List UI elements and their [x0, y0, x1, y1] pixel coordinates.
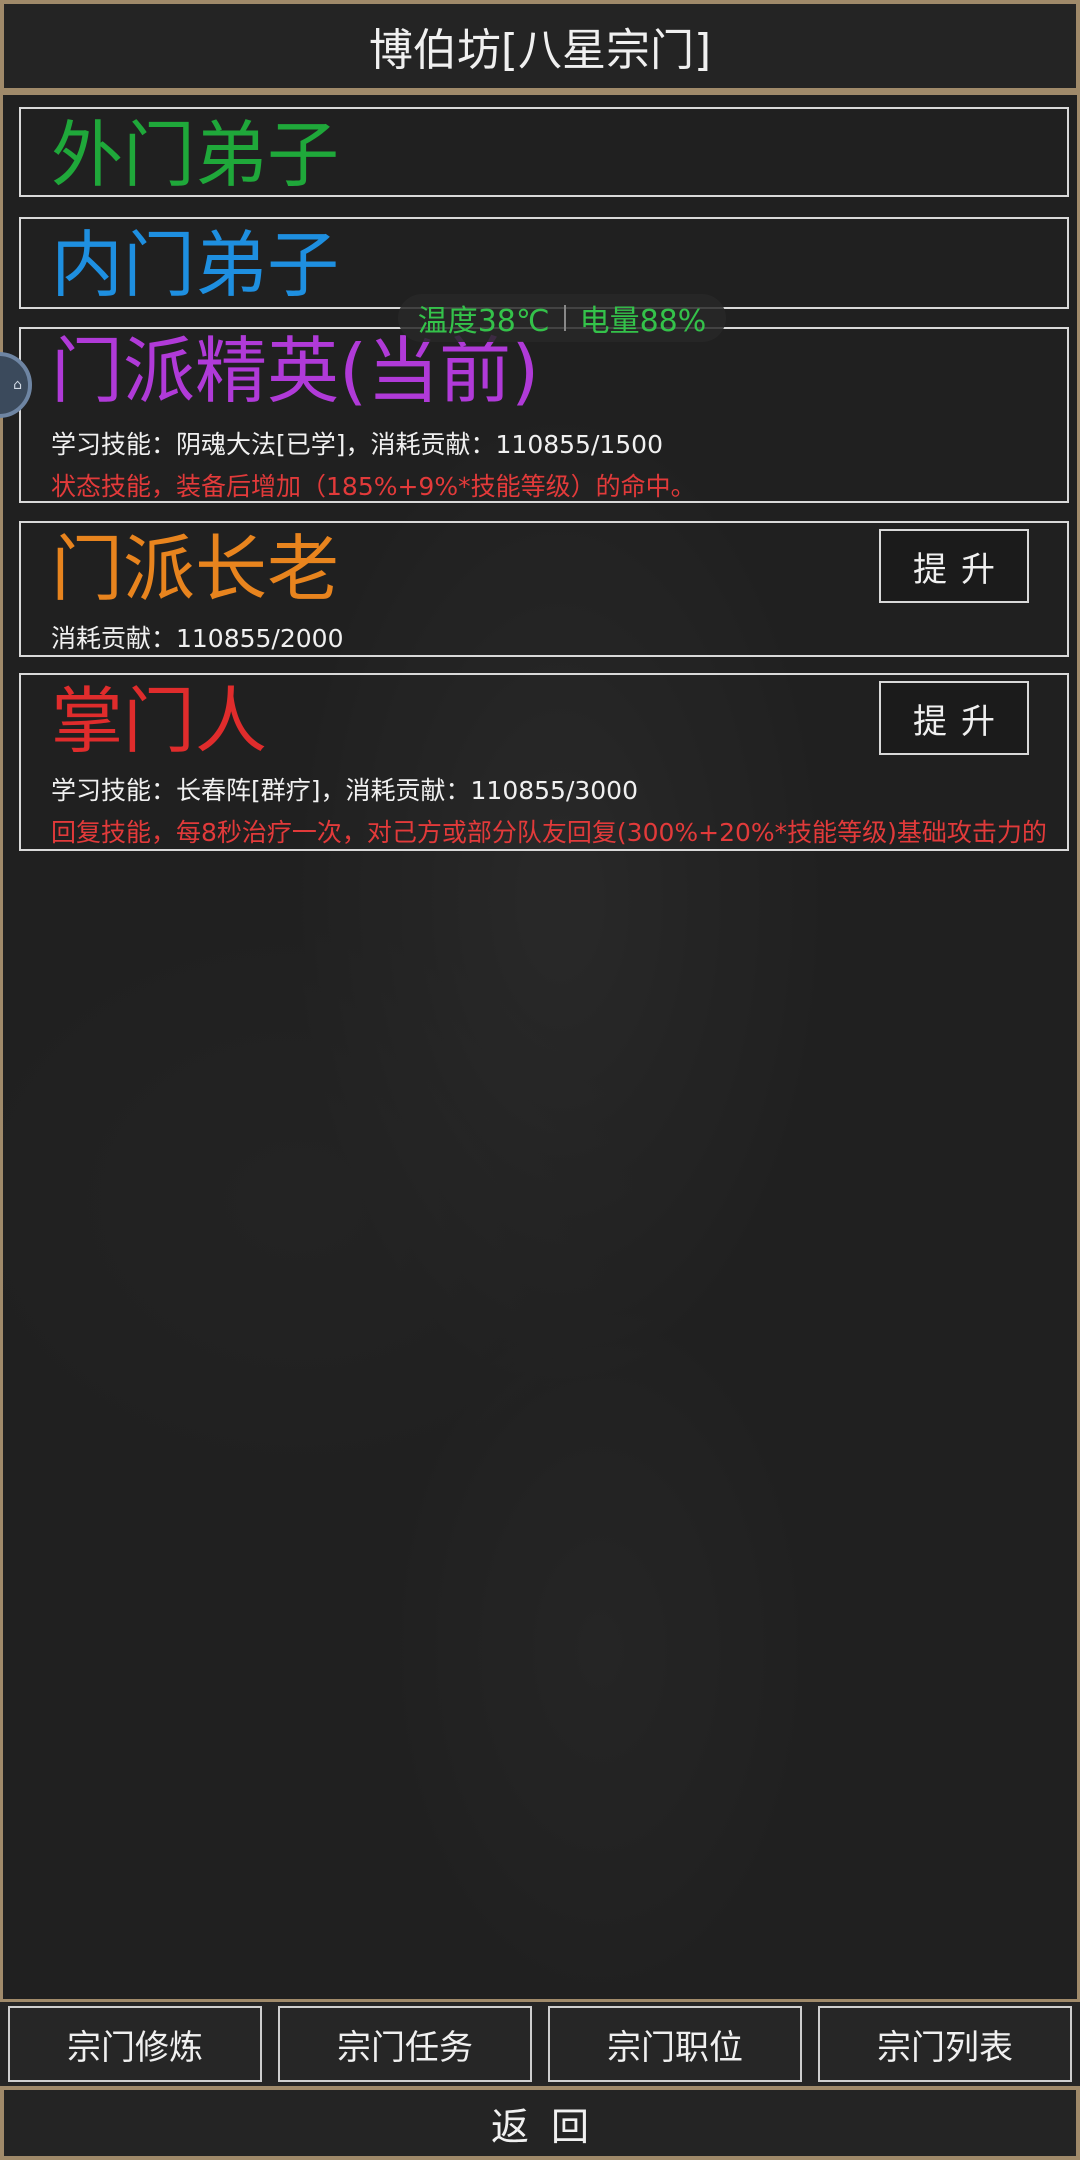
promote-button[interactable]: 提升 [879, 529, 1029, 603]
promote-button[interactable]: 提升 [879, 681, 1029, 755]
rank-outer-disciple: 外门弟子 [19, 107, 1069, 197]
tab-sect-cultivation[interactable]: 宗门修炼 [8, 2006, 262, 2082]
device-status-overlay: 温度38℃ 电量88% [398, 294, 726, 342]
rank-name: 外门弟子 [51, 113, 340, 197]
page-title: 博伯坊[八星宗门] [0, 0, 1080, 92]
temperature-readout: 温度38℃ [417, 304, 550, 339]
rank-list-panel: 外门弟子 内门弟子 门派精英(当前) 学习技能：阴魂大法[已学]，消耗贡献：11… [0, 92, 1080, 2002]
battery-readout: 电量88% [579, 304, 707, 339]
tab-sect-positions[interactable]: 宗门职位 [548, 2006, 802, 2082]
rank-name: 门派长老 [51, 527, 340, 611]
rank-name: 门派精英(当前) [51, 329, 540, 413]
back-button[interactable]: 返回 [0, 2086, 1080, 2160]
rank-sect-elite: 门派精英(当前) 学习技能：阴魂大法[已学]，消耗贡献：110855/1500 … [19, 327, 1069, 503]
tab-sect-missions[interactable]: 宗门任务 [278, 2006, 532, 2082]
sect-tab-bar: 宗门修炼 宗门任务 宗门职位 宗门列表 [0, 2002, 1080, 2090]
skill-description: 回复技能，每8秒治疗一次，对己方或部分队友回复(300%+20%*技能等级)基础… [51, 818, 1047, 847]
status-divider [563, 305, 566, 331]
rank-name: 掌门人 [51, 679, 268, 763]
rank-sect-master: 掌门人 学习技能：长春阵[群疗]，消耗贡献：110855/3000 回复技能，每… [19, 673, 1069, 851]
skill-cost-info: 学习技能：阴魂大法[已学]，消耗贡献：110855/1500 [51, 430, 663, 459]
rank-sect-elder: 门派长老 消耗贡献：110855/2000 提升 [19, 521, 1069, 657]
cost-info: 消耗贡献：110855/2000 [51, 624, 344, 653]
tab-sect-list[interactable]: 宗门列表 [818, 2006, 1072, 2082]
rank-name: 内门弟子 [51, 223, 340, 307]
skill-cost-info: 学习技能：长春阵[群疗]，消耗贡献：110855/3000 [51, 776, 638, 805]
skill-description: 状态技能，装备后增加（185%+9%*技能等级）的命中。 [51, 472, 696, 501]
